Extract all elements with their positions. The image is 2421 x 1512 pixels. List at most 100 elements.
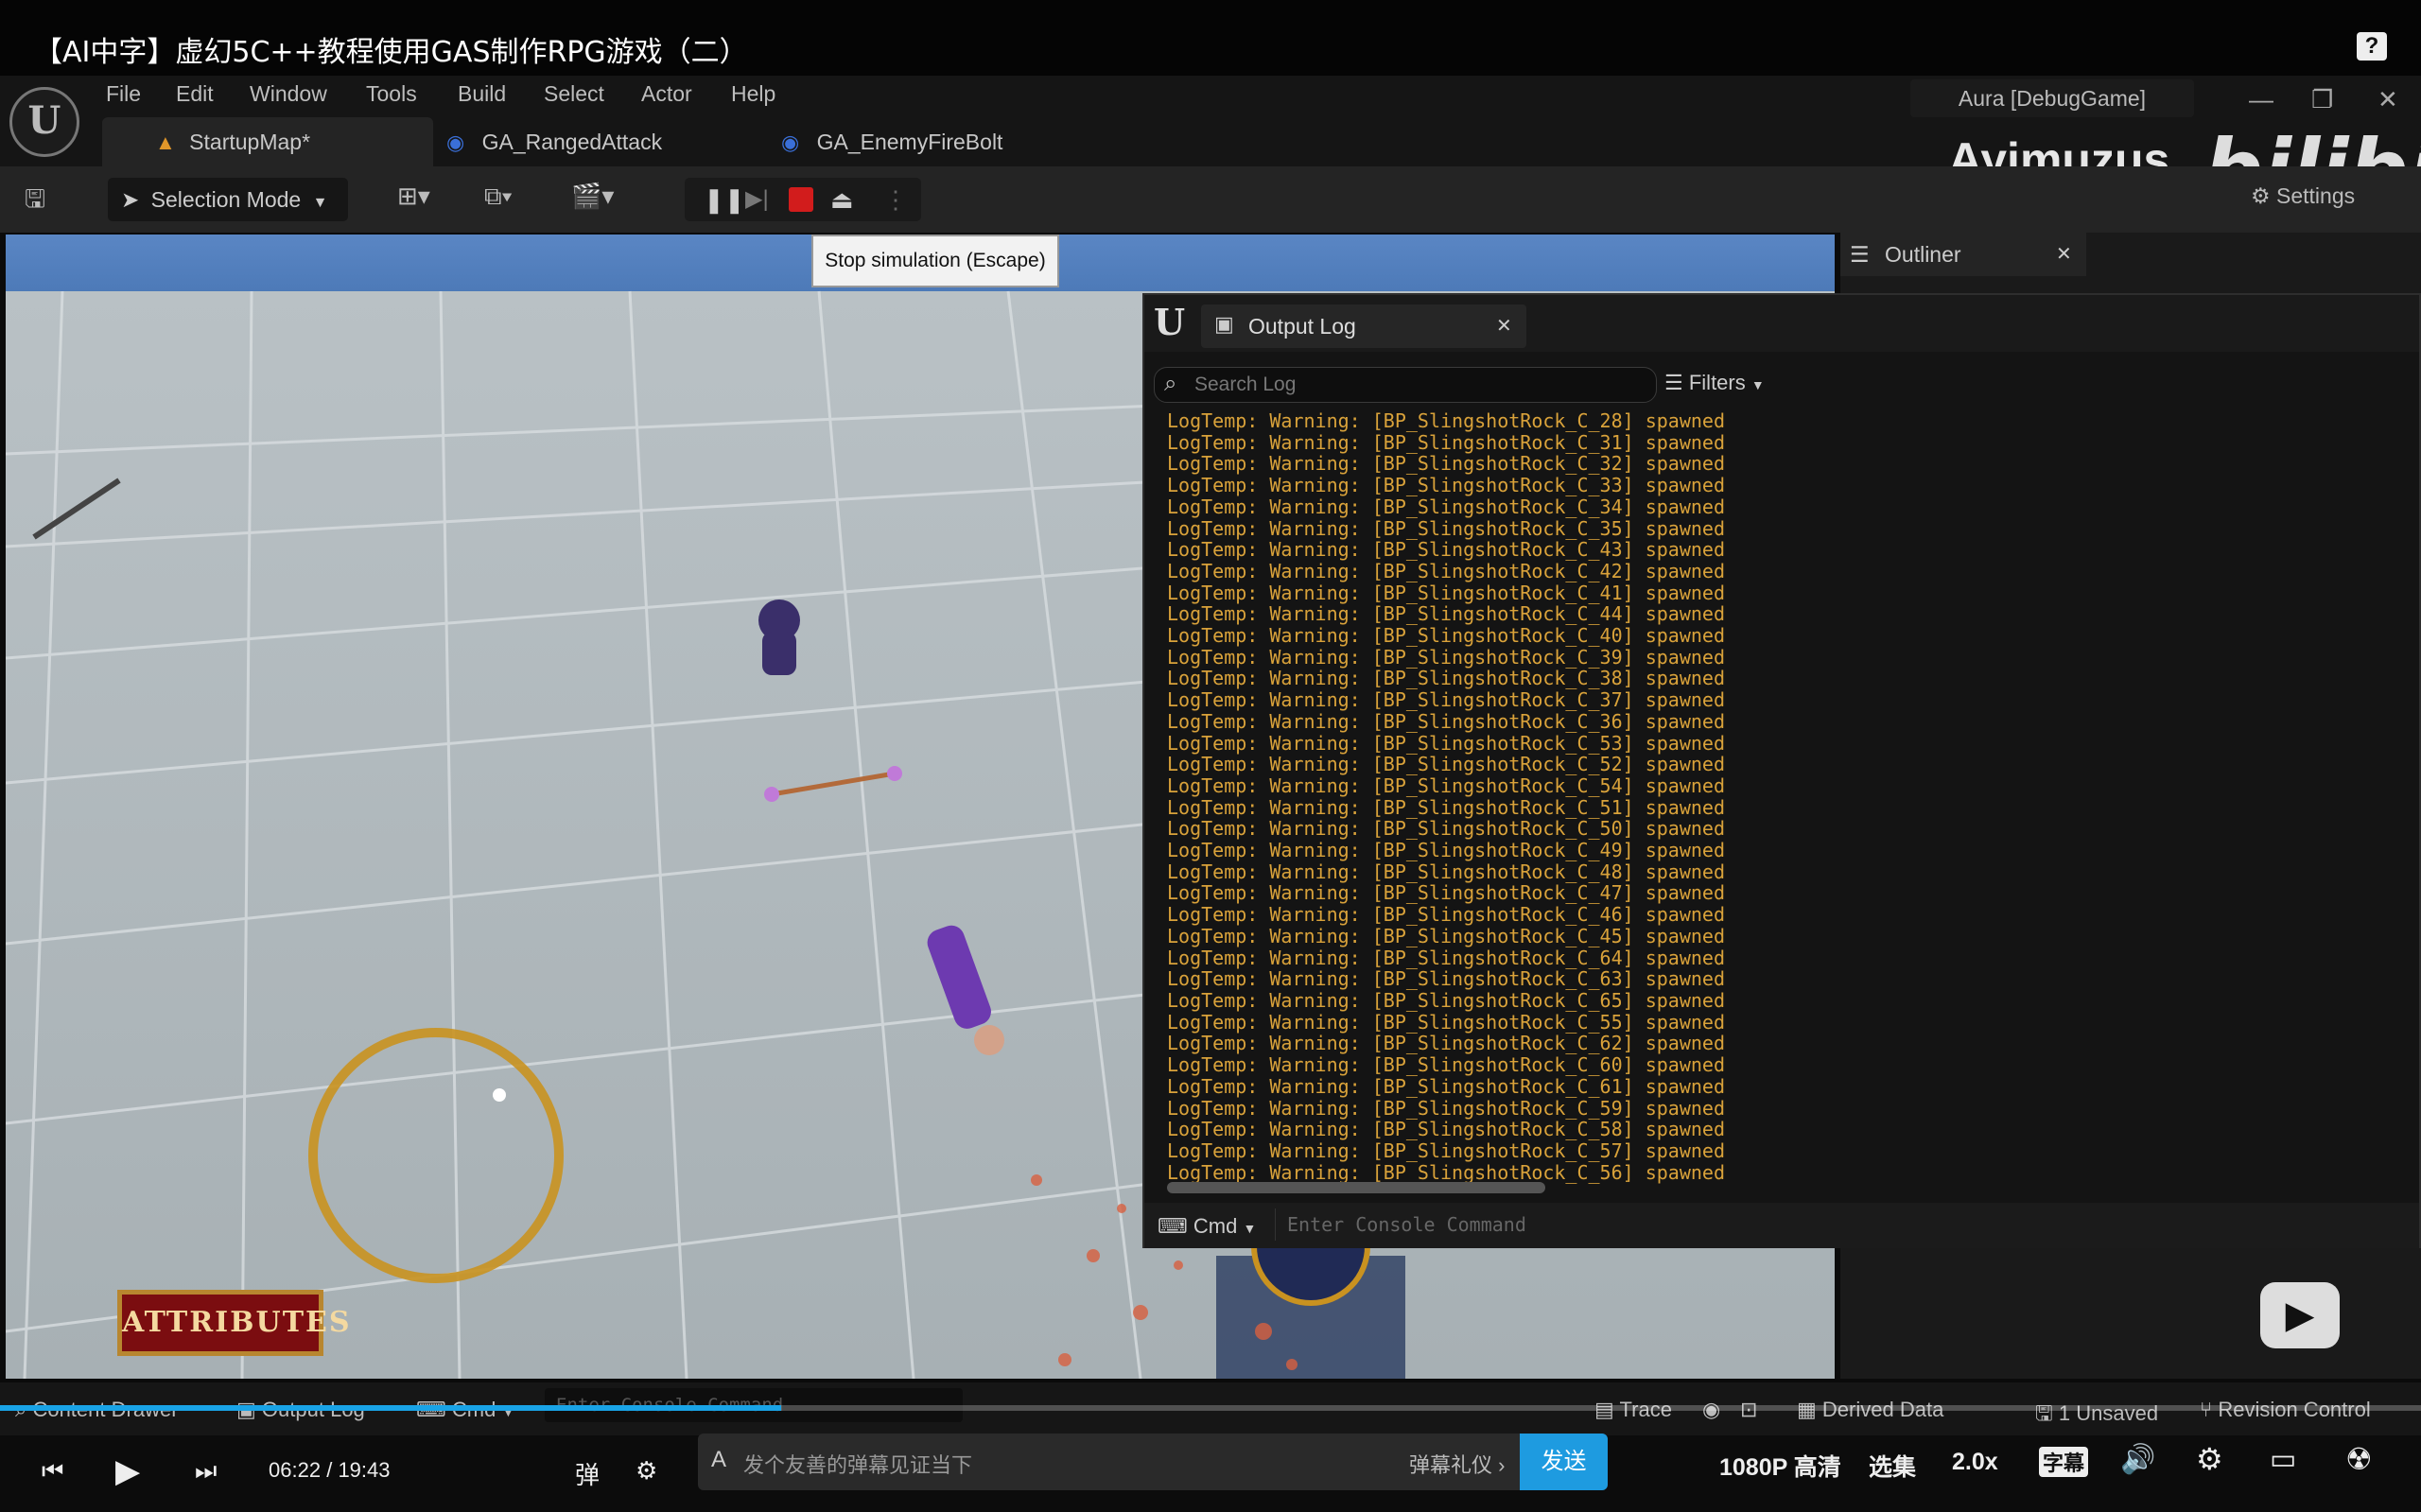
log-line: LogTemp: Warning: [BP_SlingshotRock_C_62… <box>1167 1032 1726 1055</box>
log-line: LogTemp: Warning: [BP_SlingshotRock_C_48… <box>1167 860 1726 883</box>
menu-actor[interactable]: Actor <box>641 81 692 107</box>
log-line: LogTemp: Warning: [BP_SlingshotRock_C_64… <box>1167 946 1726 969</box>
tab-ga-enemyfirebolt[interactable]: ◉ GA_EnemyFireBolt <box>781 117 1093 166</box>
video-progress-fill <box>0 1405 781 1411</box>
log-line: LogTemp: Warning: [BP_SlingshotRock_C_60… <box>1167 1053 1726 1077</box>
log-line: LogTemp: Warning: [BP_SlingshotRock_C_41… <box>1167 581 1726 604</box>
menu-help[interactable]: Help <box>731 81 775 107</box>
log-line: LogTemp: Warning: [BP_SlingshotRock_C_56… <box>1167 1160 1726 1184</box>
next-icon[interactable]: ⏭ <box>195 1456 217 1486</box>
log-line: LogTemp: Warning: [BP_SlingshotRock_C_57… <box>1167 1138 1726 1162</box>
step-icon[interactable]: ▶| <box>745 178 769 221</box>
log-line: LogTemp: Warning: [BP_SlingshotRock_C_39… <box>1167 645 1726 669</box>
chevron-down-icon: ▼ <box>1750 377 1765 392</box>
close-icon[interactable]: ✕ <box>1496 314 1512 338</box>
danmaku-toggle-icon[interactable]: 弹 <box>575 1456 600 1491</box>
video-progress-bar[interactable] <box>0 1405 2421 1411</box>
volume-icon[interactable]: 🔊 <box>2120 1443 2155 1476</box>
subtitle-button[interactable]: 字幕 <box>2039 1447 2089 1477</box>
more-options-icon[interactable]: ⋮ <box>883 178 908 221</box>
menu-select[interactable]: Select <box>544 81 604 107</box>
cinematics-icon[interactable]: 🎬▾ <box>571 182 614 211</box>
pause-icon[interactable]: ❚❚ <box>704 178 745 221</box>
danmaku-placeholder: 发个友善的弹幕见证当下 <box>743 1453 973 1477</box>
menu-file[interactable]: File <box>106 81 141 107</box>
picture-in-picture-icon[interactable]: ▭ <box>2270 1443 2296 1476</box>
cmd-label: Cmd <box>1193 1214 1238 1238</box>
quality-selector[interactable]: 1080P 高清 <box>1719 1449 1841 1483</box>
editor-status-bar: ⌕ Content Drawer ▣ Output Log ⌨ Cmd ▼ En… <box>0 1382 2421 1439</box>
cmd-dropdown[interactable]: ⌨ Cmd ▼ <box>1158 1214 1256 1239</box>
video-title: 【AI中字】虚幻5C++教程使用GAS制作RPG游戏（二） <box>34 36 748 69</box>
outliner-label: Outliner <box>1885 242 1961 267</box>
tab-ga-rangedattack[interactable]: ◉ GA_RangedAttack <box>446 117 758 166</box>
log-line: LogTemp: Warning: [BP_SlingshotRock_C_46… <box>1167 903 1726 927</box>
save-icon[interactable]: 🖫 <box>25 182 45 223</box>
log-line: LogTemp: Warning: [BP_SlingshotRock_C_32… <box>1167 452 1726 476</box>
danmaku-input[interactable]: A 发个友善的弹幕见证当下 弹幕礼仪 › <box>698 1434 1608 1490</box>
log-line: LogTemp: Warning: [BP_SlingshotRock_C_59… <box>1167 1096 1726 1120</box>
episodes-button[interactable]: 选集 <box>1869 1449 1916 1483</box>
menu-build[interactable]: Build <box>458 81 506 107</box>
output-log-window: U ▣ Output Log ✕ ⌕ Search Log ☰ Filters … <box>1142 293 2421 1248</box>
log-line: LogTemp: Warning: [BP_SlingshotRock_C_50… <box>1167 817 1726 841</box>
danmaku-etiquette-link[interactable]: 弹幕礼仪 › <box>1409 1449 1505 1479</box>
menu-edit[interactable]: Edit <box>176 81 214 107</box>
menu-tools[interactable]: Tools <box>366 81 417 107</box>
help-icon[interactable]: ? <box>2357 32 2387 61</box>
blueprint-menu-icon[interactable]: ⧉▾ <box>484 182 512 212</box>
horizontal-scrollbar[interactable] <box>1167 1182 1545 1193</box>
blueprint-icon: ◉ <box>781 130 800 154</box>
danmaku-settings-icon[interactable]: ⚙ <box>636 1456 657 1486</box>
log-line: LogTemp: Warning: [BP_SlingshotRock_C_35… <box>1167 516 1726 540</box>
log-line: LogTemp: Warning: [BP_SlingshotRock_C_45… <box>1167 924 1726 947</box>
list-icon: ☰ <box>1850 242 1870 267</box>
log-icon: ▣ <box>1214 312 1234 336</box>
log-line: LogTemp: Warning: [BP_SlingshotRock_C_43… <box>1167 538 1726 562</box>
close-icon[interactable]: ✕ <box>2056 233 2072 276</box>
send-button[interactable]: 发送 <box>1520 1434 1608 1490</box>
previous-icon[interactable]: ⏮ <box>42 1456 63 1486</box>
menu-window[interactable]: Window <box>250 81 327 107</box>
unreal-logo-icon: U <box>1154 301 1186 343</box>
speed-selector[interactable]: 2.0x <box>1952 1449 1998 1476</box>
log-line: LogTemp: Warning: [BP_SlingshotRock_C_52… <box>1167 753 1726 776</box>
play-controls: ❚❚ ▶| ⏏ ⋮ <box>685 178 921 221</box>
unsaved-button[interactable]: 🖫 1 Unsaved <box>2035 1398 2158 1434</box>
tv-play-icon[interactable]: ▶ <box>2260 1282 2340 1348</box>
settings-button[interactable]: ⚙ Settings <box>2251 183 2355 209</box>
settings-icon[interactable]: ⚙ <box>2196 1441 2223 1477</box>
filters-button[interactable]: ☰ Filters ▼ <box>1664 371 1765 395</box>
add-actor-icon[interactable]: ⊞▾ <box>397 182 430 211</box>
log-line: LogTemp: Warning: [BP_SlingshotRock_C_37… <box>1167 688 1726 712</box>
log-line: LogTemp: Warning: [BP_SlingshotRock_C_42… <box>1167 559 1726 582</box>
tab-output-log[interactable]: ▣ Output Log ✕ <box>1201 304 1526 348</box>
restore-icon[interactable]: ❐ <box>2311 85 2333 114</box>
unreal-logo-icon[interactable]: U <box>9 87 79 157</box>
fullscreen-icon[interactable]: ☢ <box>2345 1441 2373 1477</box>
output-log-header: U ▣ Output Log ✕ <box>1144 295 2419 352</box>
console-command-input[interactable]: Enter Console Command <box>1275 1208 2421 1241</box>
tab-outliner[interactable]: ☰ Outliner ✕ <box>1840 233 2086 276</box>
tab-startupmap[interactable]: ▲ StartupMap* <box>102 117 433 166</box>
filter-icon: ☰ <box>1664 371 1683 394</box>
selection-mode-dropdown[interactable]: ➤ Selection Mode ▼ <box>108 178 348 221</box>
stop-icon[interactable] <box>789 187 813 212</box>
log-line: LogTemp: Warning: [BP_SlingshotRock_C_63… <box>1167 967 1726 991</box>
log-lines: LogTemp: Warning: [BP_SlingshotRock_C_28… <box>1167 410 1829 1183</box>
search-log-field[interactable]: ⌕ Search Log <box>1154 367 1657 403</box>
terminal-icon: ⌨ <box>1158 1214 1188 1238</box>
tab-label: GA_RangedAttack <box>481 130 663 154</box>
attributes-button[interactable]: ATTRIBUTES <box>117 1290 350 1356</box>
minimize-icon[interactable]: — <box>2249 85 2273 114</box>
gear-icon: ⚙ <box>2251 183 2271 208</box>
log-line: LogTemp: Warning: [BP_SlingshotRock_C_49… <box>1167 839 1726 862</box>
editor-toolbar <box>0 166 2421 233</box>
eject-icon[interactable]: ⏏ <box>830 178 854 221</box>
video-title-bar: 【AI中字】虚幻5C++教程使用GAS制作RPG游戏（二） ? <box>0 0 2421 76</box>
close-icon[interactable]: ✕ <box>2377 85 2398 114</box>
text-icon: A <box>711 1447 727 1472</box>
play-icon[interactable]: ▶ <box>115 1452 140 1490</box>
log-line: LogTemp: Warning: [BP_SlingshotRock_C_54… <box>1167 773 1726 797</box>
log-line: LogTemp: Warning: [BP_SlingshotRock_C_51… <box>1167 795 1726 819</box>
